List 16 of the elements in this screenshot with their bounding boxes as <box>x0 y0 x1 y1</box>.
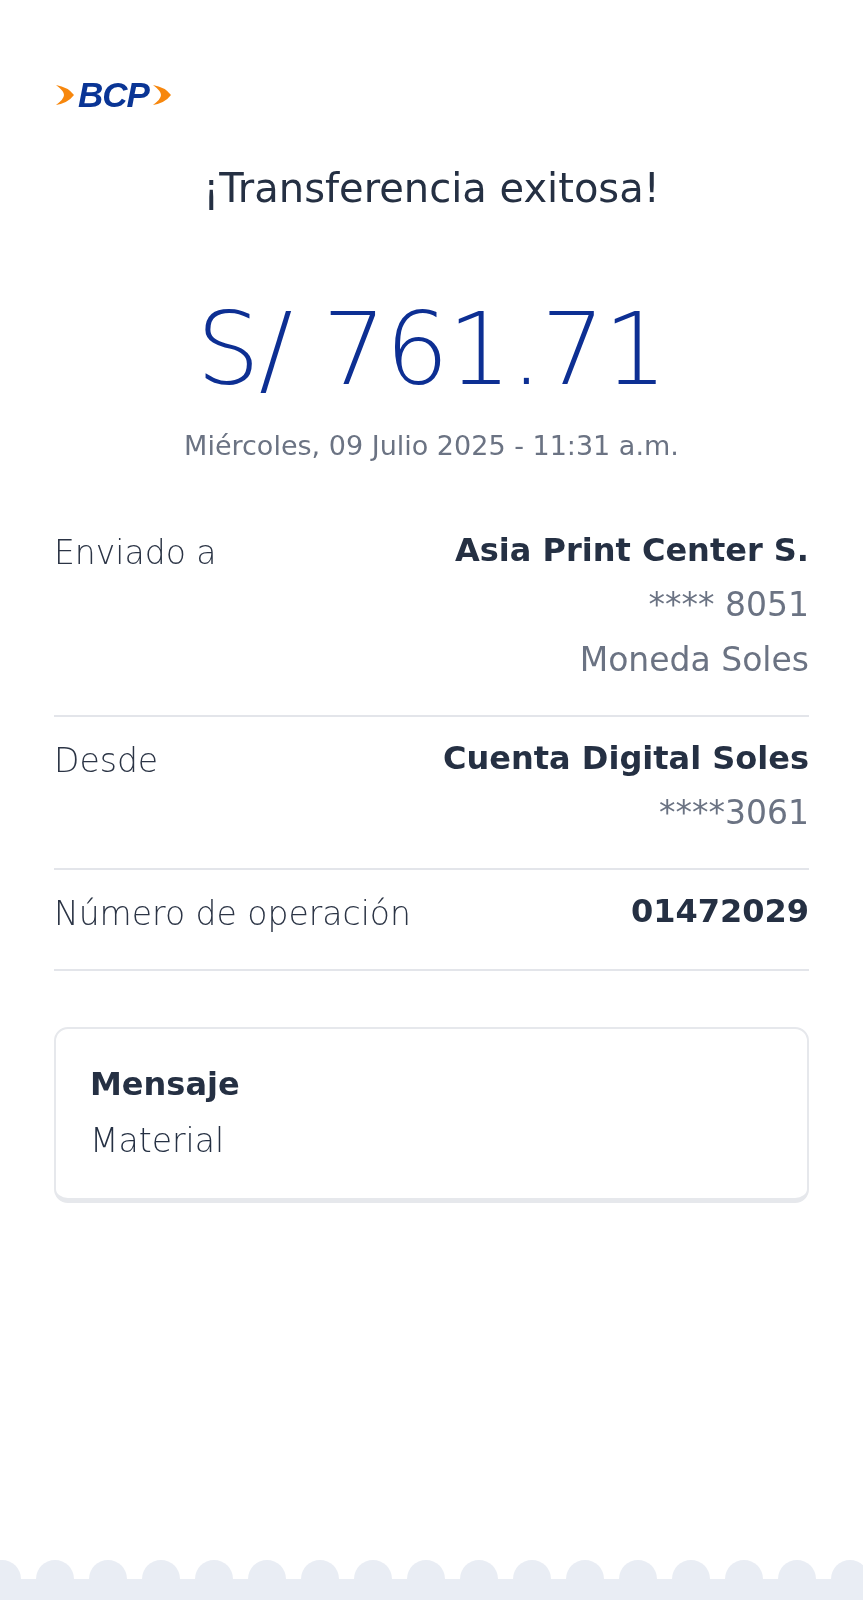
detail-value: 01472029 <box>630 892 809 930</box>
detail-label: Número de operación <box>54 893 411 933</box>
detail-value: Asia Print Center S. <box>454 531 809 569</box>
chevron-icon <box>54 82 76 108</box>
detail-value: Cuenta Digital Soles <box>443 739 809 777</box>
detail-value: ****3061 <box>659 793 809 832</box>
detail-label: Enviado a <box>54 532 217 574</box>
transfer-date: Miércoles, 09 Julio 2025 - 11:31 a.m. <box>184 430 679 461</box>
detail-value: Moneda Soles <box>579 640 809 679</box>
message-label: Mensaje <box>90 1065 240 1103</box>
detail-label: Desde <box>54 740 159 782</box>
success-title: ¡Transferencia exitosa! <box>203 165 660 211</box>
detail-value: **** 8051 <box>648 585 809 624</box>
bank-logo: BCP <box>78 75 149 115</box>
amount: S/ 761.71 <box>196 291 667 408</box>
message-text: Material <box>90 1121 225 1160</box>
